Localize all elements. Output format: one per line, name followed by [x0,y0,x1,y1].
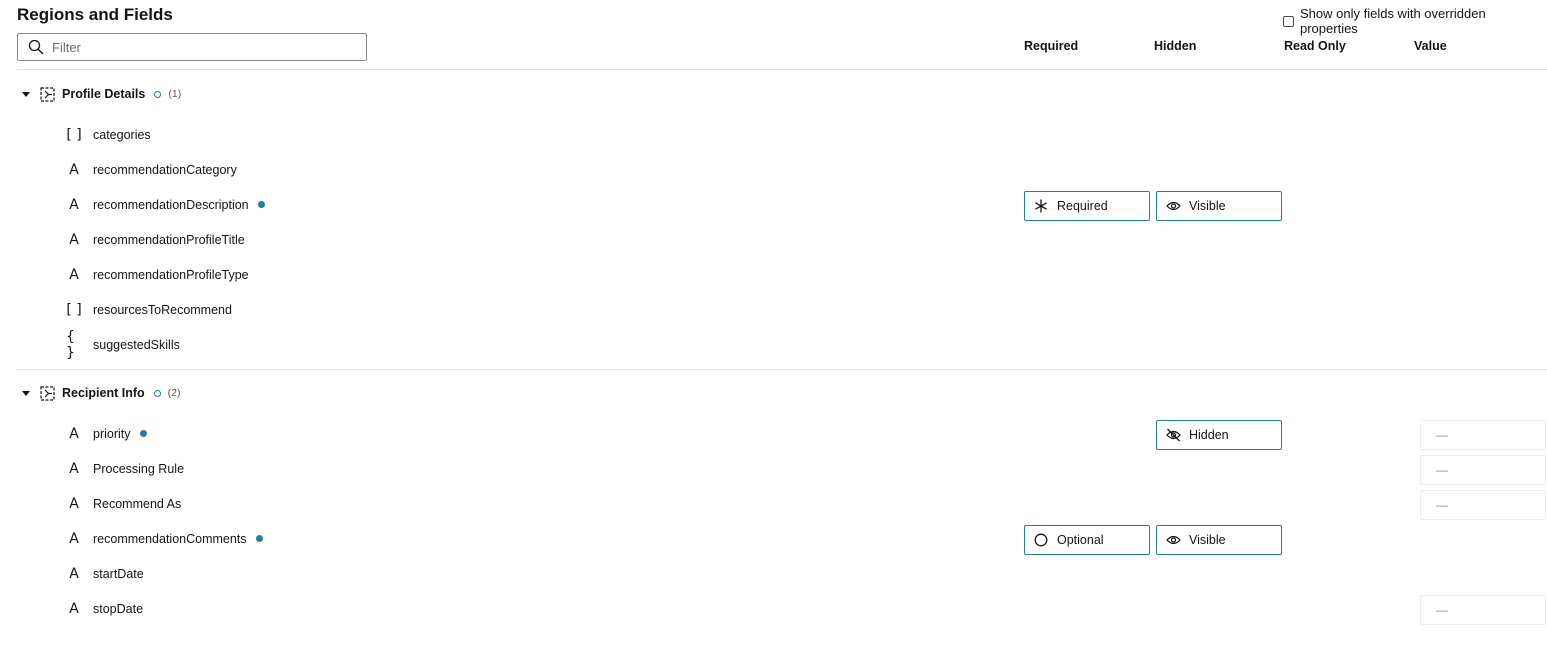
text-icon: A [69,461,79,477]
overridden-indicator-icon [154,90,162,98]
asterisk-icon [1033,198,1049,214]
required-toggle-label: Required [1057,199,1108,213]
column-header-hidden: Hidden [1154,39,1197,53]
search-icon [28,39,44,55]
text-icon: A [69,496,79,512]
overridden-dot-icon [257,201,265,209]
value-field[interactable]: — [1420,595,1546,625]
section-header-recipient-info[interactable]: Recipient Info (2) [0,383,181,403]
field-name: startDate [93,567,144,581]
overridden-indicator-icon [153,389,161,397]
column-header-read-only: Read Only [1284,39,1346,53]
field-name: Processing Rule [93,462,185,476]
overridden-only-label: Show only fields with overridden propert… [1300,6,1486,36]
field-name: recommendationProfileType [93,268,249,282]
visibility-toggle-button[interactable]: Visible [1156,525,1282,555]
region-icon [40,86,55,102]
filter-input[interactable] [52,39,352,55]
required-toggle-button[interactable]: Optional [1024,525,1150,555]
text-icon: A [69,162,79,178]
value-text: — [1436,603,1448,617]
value-field[interactable]: — [1420,490,1546,520]
visibility-toggle-label: Visible [1189,199,1226,213]
filter-field[interactable] [17,33,367,61]
value-text: — [1436,498,1448,512]
text-icon: A [69,566,79,582]
section-title: Profile Details [62,87,146,101]
array-icon: [ ] [66,127,82,143]
required-toggle-label: Optional [1057,533,1104,547]
text-icon: A [69,531,79,547]
visibility-toggle-label: Hidden [1189,428,1229,442]
value-field[interactable]: — [1420,420,1546,450]
section-divider [17,369,1547,370]
field-name: recommendationComments [93,532,247,546]
visibility-toggle-label: Visible [1189,533,1226,547]
overridden-only-toggle[interactable]: Show only fields with overridden propert… [1283,6,1547,36]
text-icon: A [69,232,79,248]
eye-slash-icon [1165,427,1181,443]
required-toggle-button[interactable]: Required [1024,191,1150,221]
value-text: — [1436,463,1448,477]
circle-icon [1033,532,1049,548]
field-name: recommendationProfileTitle [93,233,245,247]
overridden-only-checkbox[interactable] [1283,15,1294,27]
collapse-caret-icon[interactable] [22,91,30,97]
field-name: resourcesToRecommend [93,303,232,317]
field-name: suggestedSkills [93,338,180,352]
visibility-toggle-button[interactable]: Hidden [1156,420,1282,450]
field-name: categories [93,128,151,142]
column-header-required: Required [1024,39,1079,53]
field-name: stopDate [93,602,144,616]
value-field[interactable]: — [1420,455,1546,485]
object-icon: { } [66,329,75,361]
page-title: Regions and Fields [17,5,173,24]
field-name: Recommend As [93,497,182,511]
overridden-dot-icon [139,430,147,438]
column-header-value: Value [1414,39,1447,53]
header-divider [17,69,1547,70]
array-icon: [ ] [66,302,82,318]
value-text: — [1436,428,1448,442]
section-count: (2) [167,387,181,399]
text-icon: A [69,601,79,617]
text-icon: A [69,267,79,283]
visibility-toggle-button[interactable]: Visible [1156,191,1282,221]
field-name: recommendationCategory [93,163,237,177]
field-name: recommendationDescription [93,198,249,212]
section-count: (1) [168,88,182,100]
eye-icon [1165,198,1181,214]
field-name: priority [93,427,131,441]
section-title: Recipient Info [62,386,145,400]
text-icon: A [69,426,79,442]
overridden-dot-icon [255,535,263,543]
eye-icon [1165,532,1181,548]
region-icon [40,385,55,401]
text-icon: A [69,197,79,213]
collapse-caret-icon[interactable] [22,390,30,396]
section-header-profile-details[interactable]: Profile Details (1) [0,84,181,104]
